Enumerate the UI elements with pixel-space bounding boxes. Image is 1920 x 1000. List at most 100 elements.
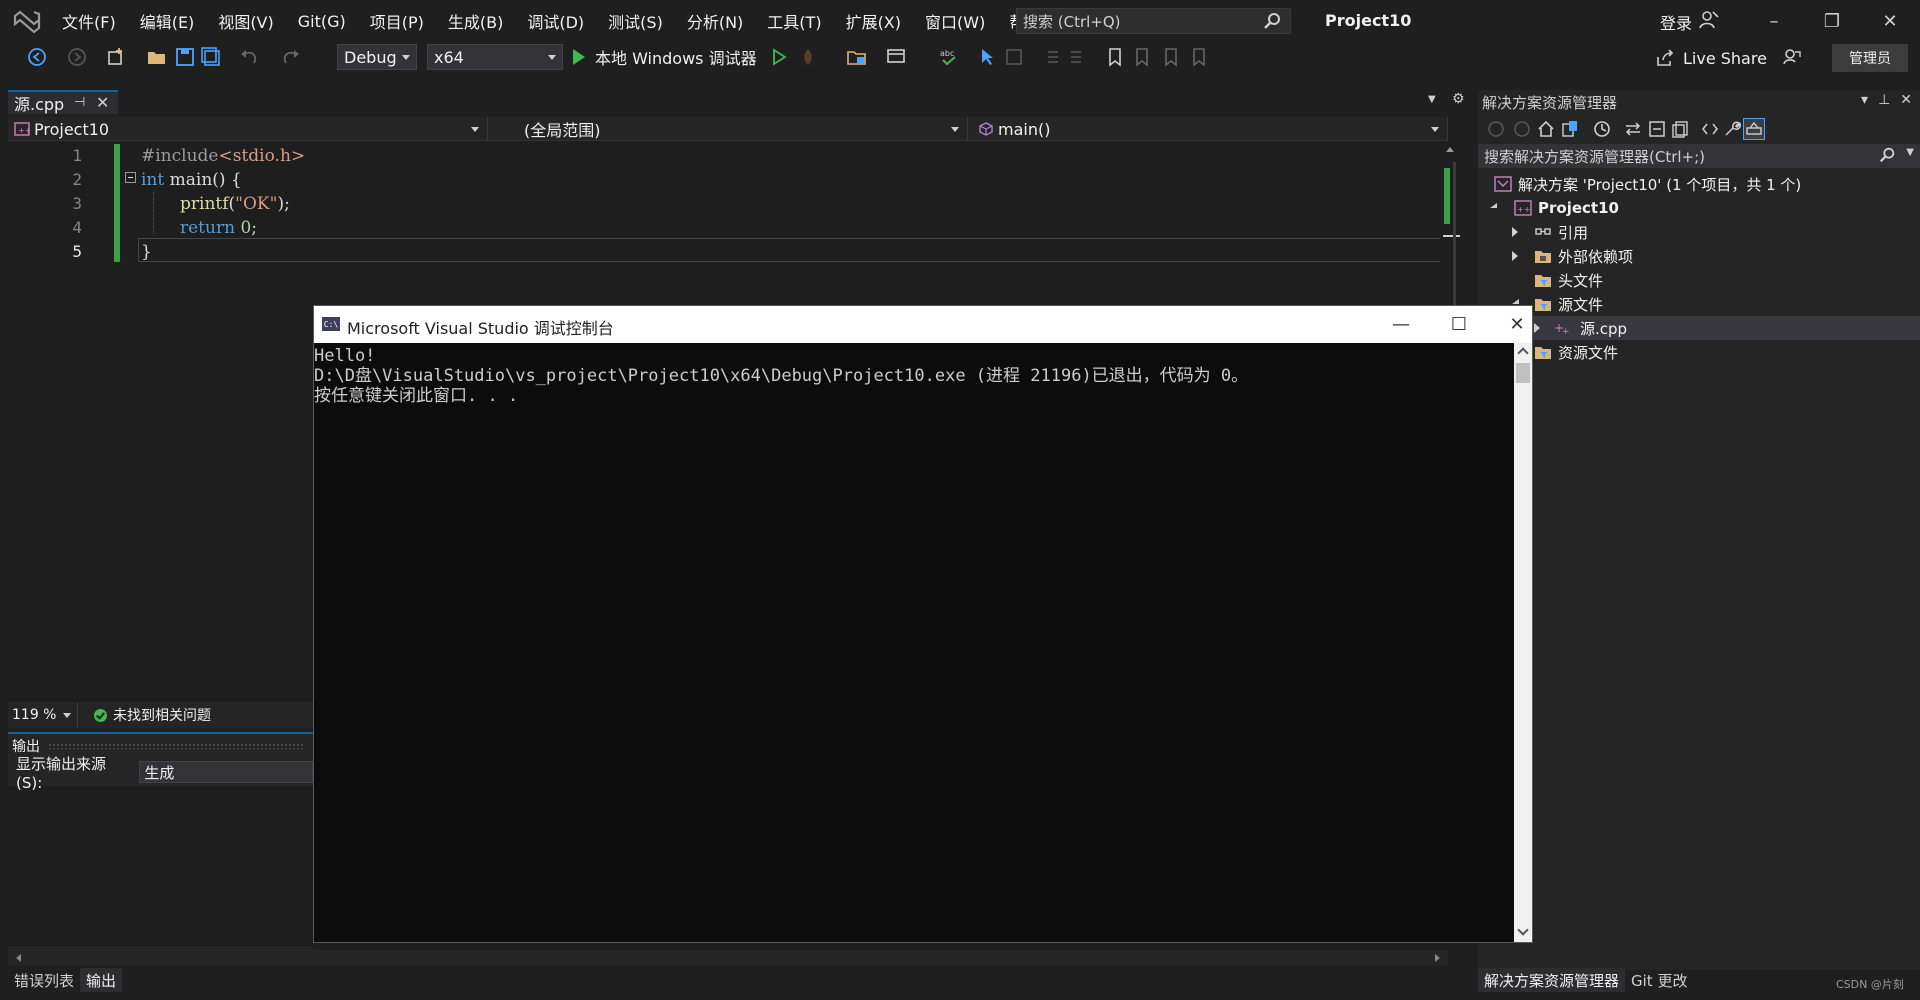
pin-icon[interactable]: ⊣ bbox=[74, 95, 85, 110]
tree-item-resource-files[interactable]: 资源文件 bbox=[1478, 340, 1920, 364]
tree-item-header-files[interactable]: 头文件 bbox=[1478, 268, 1920, 292]
switch-views-icon[interactable] bbox=[1560, 119, 1580, 139]
console-maximize-button[interactable]: ☐ bbox=[1444, 312, 1474, 336]
output-source-select[interactable]: 生成 bbox=[139, 761, 313, 783]
tab-source-cpp[interactable]: 源.cpp ⊣ ✕ bbox=[8, 90, 118, 114]
settings-gear-icon[interactable]: ⚙ bbox=[1452, 91, 1465, 107]
tab-overflow-icon[interactable]: ▼ bbox=[1428, 94, 1436, 105]
scroll-right-icon[interactable] bbox=[1435, 954, 1440, 962]
start-without-debugging-icon[interactable] bbox=[768, 46, 790, 68]
show-all-files-icon[interactable] bbox=[1670, 119, 1690, 139]
member-dropdown[interactable]: main() bbox=[972, 117, 1448, 141]
collapsed-arrow-icon[interactable] bbox=[1512, 251, 1518, 261]
bookmark-icon[interactable] bbox=[1104, 46, 1126, 68]
menu-file[interactable]: 文件(F) bbox=[50, 9, 128, 33]
console-output[interactable]: Hello! D:\D盘\VisualStudio\vs_project\Pro… bbox=[314, 343, 1514, 942]
solution-search-input[interactable]: 搜索解决方案资源管理器(Ctrl+;) ▼ bbox=[1478, 144, 1920, 168]
tree-item-source-files[interactable]: 源文件 bbox=[1478, 292, 1920, 316]
menu-project[interactable]: 项目(P) bbox=[358, 9, 436, 33]
debug-console-window[interactable]: C:\ Microsoft Visual Studio 调试控制台 — ☐ ✕ … bbox=[313, 305, 1533, 943]
menu-edit[interactable]: 编辑(E) bbox=[128, 9, 207, 33]
scope-dropdown[interactable]: (全局范围) bbox=[498, 117, 968, 141]
redo-icon[interactable] bbox=[280, 46, 302, 68]
start-debugging-button[interactable]: 本地 Windows 调试器 bbox=[573, 45, 757, 69]
scroll-up-icon[interactable] bbox=[1517, 347, 1529, 359]
console-close-button[interactable]: ✕ bbox=[1502, 312, 1532, 336]
clear-bookmarks-icon[interactable] bbox=[1188, 46, 1210, 68]
minimize-button[interactable]: – bbox=[1757, 8, 1791, 34]
pin-icon[interactable]: ⊥ bbox=[1878, 92, 1890, 108]
collapse-outline-icon[interactable] bbox=[125, 172, 136, 183]
tab-output[interactable]: 输出 bbox=[80, 968, 123, 992]
menu-tools[interactable]: 工具(T) bbox=[755, 9, 833, 33]
sync-icon[interactable] bbox=[1623, 119, 1643, 139]
history-icon[interactable] bbox=[1592, 119, 1612, 139]
sign-in-link[interactable]: 登录 bbox=[1660, 10, 1692, 34]
menu-build[interactable]: 生成(B) bbox=[436, 9, 515, 33]
dropdown-icon[interactable]: ▾ bbox=[1861, 92, 1868, 108]
project-dropdown[interactable]: ++ Project10 bbox=[8, 117, 488, 141]
console-scrollbar[interactable] bbox=[1514, 343, 1532, 942]
menu-extensions[interactable]: 扩展(X) bbox=[834, 9, 913, 33]
tree-item-solution[interactable]: 解决方案 'Project10' (1 个项目，共 1 个) bbox=[1478, 172, 1920, 196]
comment-icon[interactable] bbox=[1003, 46, 1025, 68]
search-options-icon[interactable]: ▼ bbox=[1906, 147, 1914, 158]
collapsed-arrow-icon[interactable] bbox=[1534, 323, 1540, 333]
back-icon[interactable] bbox=[1486, 119, 1506, 139]
tab-git-changes[interactable]: Git 更改 bbox=[1625, 968, 1693, 992]
menu-view[interactable]: 视图(V) bbox=[206, 9, 285, 33]
menu-test[interactable]: 测试(S) bbox=[596, 9, 675, 33]
spell-check-icon[interactable]: abc bbox=[938, 46, 960, 68]
save-all-icon[interactable] bbox=[200, 46, 222, 68]
solution-platform-select[interactable]: x64 bbox=[427, 44, 563, 70]
console-title-bar[interactable]: C:\ Microsoft Visual Studio 调试控制台 — ☐ ✕ bbox=[314, 306, 1532, 343]
tab-error-list[interactable]: 错误列表 bbox=[8, 968, 80, 992]
next-bookmark-icon[interactable] bbox=[1160, 46, 1182, 68]
menu-analyze[interactable]: 分析(N) bbox=[675, 9, 755, 33]
drag-grip[interactable] bbox=[48, 743, 305, 749]
tab-solution-explorer[interactable]: 解决方案资源管理器 bbox=[1478, 968, 1626, 992]
menu-window[interactable]: 窗口(W) bbox=[913, 9, 997, 33]
layout-icon[interactable] bbox=[885, 46, 907, 68]
preview-selected-icon[interactable] bbox=[1743, 118, 1765, 140]
close-panel-icon[interactable]: ✕ bbox=[1900, 92, 1912, 108]
scroll-down-icon[interactable] bbox=[1517, 924, 1529, 936]
hot-reload-icon[interactable] bbox=[797, 46, 819, 68]
outdent-icon[interactable] bbox=[1067, 46, 1089, 68]
search-input[interactable]: 搜索 (Ctrl+Q) bbox=[1016, 8, 1291, 34]
menu-debug[interactable]: 调试(D) bbox=[515, 9, 596, 33]
collapsed-arrow-icon[interactable] bbox=[1512, 227, 1518, 237]
home-icon[interactable] bbox=[1536, 119, 1556, 139]
expanded-arrow-icon[interactable] bbox=[1512, 299, 1519, 304]
scroll-thumb[interactable] bbox=[1516, 363, 1530, 383]
tree-item-references[interactable]: 引用 bbox=[1478, 220, 1920, 244]
forward-icon[interactable] bbox=[1512, 119, 1532, 139]
live-share-button[interactable]: Live Share bbox=[1655, 46, 1767, 70]
collapse-all-icon[interactable] bbox=[1647, 119, 1667, 139]
open-folder-icon[interactable] bbox=[146, 46, 168, 68]
solution-folder-icon[interactable] bbox=[846, 46, 868, 68]
close-window-button[interactable]: ✕ bbox=[1873, 8, 1907, 34]
feedback-icon[interactable] bbox=[1781, 46, 1803, 68]
restore-button[interactable]: ❐ bbox=[1815, 8, 1849, 34]
issue-indicator[interactable]: 未找到相关问题 bbox=[78, 705, 211, 725]
step-cursor-icon[interactable] bbox=[977, 46, 999, 68]
forward-icon[interactable] bbox=[66, 46, 88, 68]
undo-icon[interactable] bbox=[238, 46, 260, 68]
horizontal-scrollbar[interactable] bbox=[8, 950, 1448, 966]
tree-item-external-deps[interactable]: 外部依赖项 bbox=[1478, 244, 1920, 268]
console-minimize-button[interactable]: — bbox=[1386, 312, 1416, 336]
account-icon[interactable] bbox=[1698, 9, 1720, 31]
menu-git[interactable]: Git(G) bbox=[286, 12, 358, 31]
solution-configuration-select[interactable]: Debug bbox=[337, 44, 417, 70]
view-code-icon[interactable] bbox=[1700, 119, 1720, 139]
tree-item-source-cpp[interactable]: + + 源.cpp bbox=[1478, 316, 1920, 340]
indent-icon[interactable] bbox=[1040, 46, 1062, 68]
save-icon[interactable] bbox=[174, 46, 196, 68]
properties-wrench-icon[interactable] bbox=[1722, 119, 1742, 139]
previous-bookmark-icon[interactable] bbox=[1131, 46, 1153, 68]
zoom-dropdown[interactable]: 119 % bbox=[8, 702, 78, 728]
scroll-left-icon[interactable] bbox=[16, 954, 21, 962]
output-text-area[interactable] bbox=[8, 786, 313, 946]
new-project-icon[interactable] bbox=[105, 46, 127, 68]
